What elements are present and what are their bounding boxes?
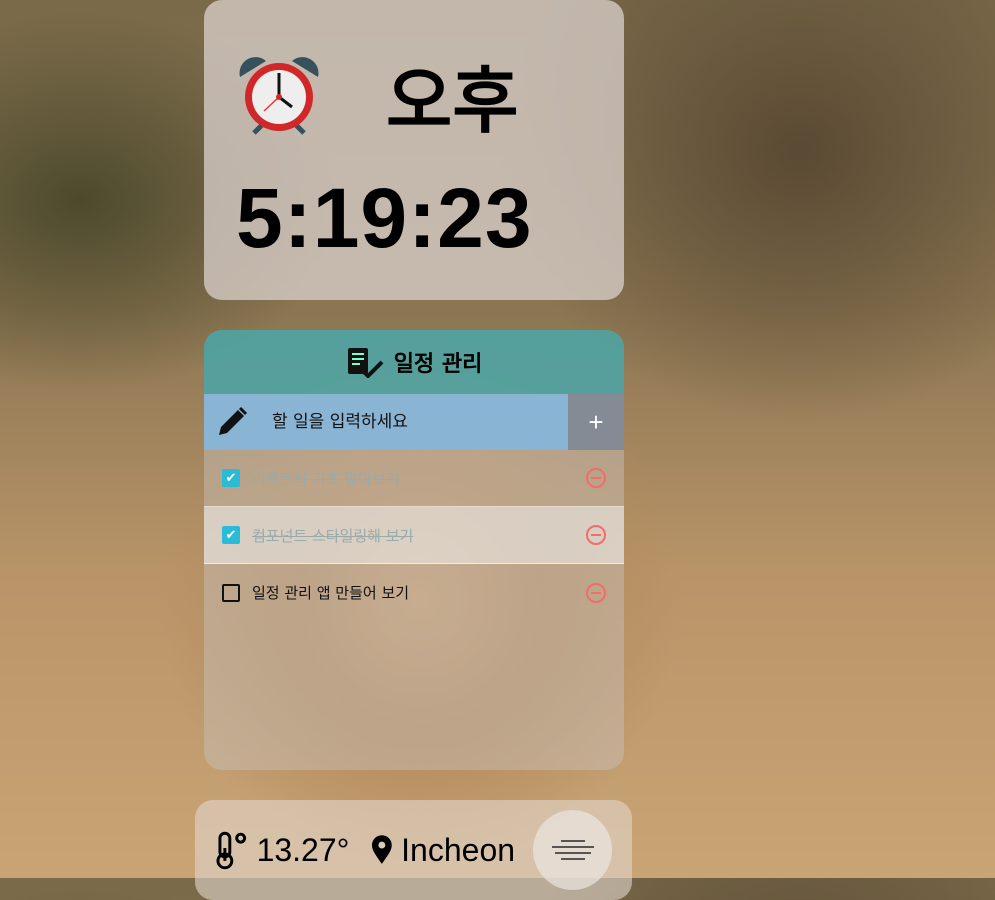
todo-input[interactable]	[260, 394, 568, 450]
ampm-label: 오후	[386, 59, 519, 143]
mist-icon	[533, 810, 612, 890]
temperature: 13.27°	[256, 831, 350, 868]
todo-text: 일정 관리 앱 만들어 보기	[252, 584, 410, 602]
clock-card: 오후 5:19:23	[204, 0, 624, 300]
todo-title: 일정 관리	[393, 352, 483, 377]
remove-icon[interactable]	[586, 525, 606, 545]
weather-card: 13.27° Incheon	[195, 800, 632, 900]
todo-header: 일정 관리	[204, 330, 624, 394]
checklist-icon	[347, 348, 384, 378]
todo-insert-form: +	[204, 394, 624, 450]
remove-icon[interactable]	[586, 468, 606, 488]
todo-item[interactable]: ✔ 리액트의 기초 알아보기	[204, 450, 624, 507]
location: Incheon	[401, 831, 516, 868]
todo-item[interactable]: 일정 관리 앱 만들어 보기	[204, 564, 624, 621]
time-display: 5:19:23	[236, 171, 533, 265]
location-pin-icon	[372, 835, 393, 864]
add-todo-button[interactable]: +	[568, 394, 624, 450]
checkbox-checked[interactable]: ✔	[222, 469, 240, 487]
todo-item[interactable]: ✔ 컴포넌트 스타일링해 보기	[204, 507, 624, 564]
pencil-icon	[204, 394, 260, 450]
todo-text: 컴포넌트 스타일링해 보기	[252, 526, 414, 545]
alarm-clock-icon	[239, 57, 319, 135]
todo-text: 리액트의 기초 알아보기	[252, 469, 400, 488]
checkbox-checked[interactable]: ✔	[222, 526, 240, 544]
remove-icon[interactable]	[586, 582, 606, 603]
thermometer-icon	[216, 831, 247, 870]
todo-card: 일정 관리 + ✔ 리액트의 기초 알아보기 ✔ 컴포넌트 스타일링해 보기 일…	[204, 330, 624, 770]
checkbox-unchecked[interactable]	[222, 583, 240, 602]
